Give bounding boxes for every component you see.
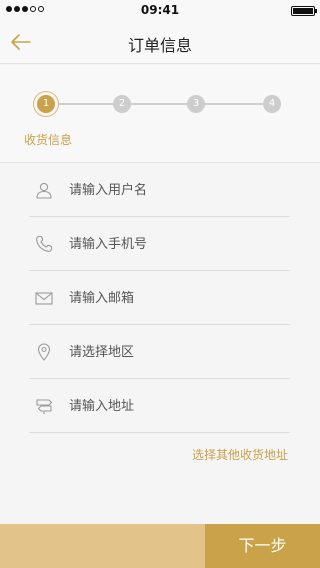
username-row <box>29 164 290 217</box>
user-icon <box>36 182 52 199</box>
nav-bar: 订单信息 <box>0 20 320 64</box>
phone-row <box>29 218 290 271</box>
region-row[interactable] <box>29 326 290 379</box>
bottom-bar: 下一步 <box>0 524 320 568</box>
region-select[interactable] <box>69 339 284 365</box>
status-time: 09:41 <box>140 3 180 17</box>
order-stepper: 1 2 3 4 收货信息 <box>0 65 320 163</box>
step-connector <box>205 103 263 105</box>
step-2: 2 <box>113 95 131 113</box>
next-step-button[interactable]: 下一步 <box>205 524 320 568</box>
signpost-icon <box>36 399 53 414</box>
address-input[interactable] <box>69 393 284 419</box>
mail-icon <box>35 292 53 305</box>
step-3: 3 <box>187 95 205 113</box>
address-row <box>29 380 290 433</box>
status-bar: 09:41 <box>0 0 320 20</box>
phone-icon <box>36 235 53 252</box>
location-pin-icon <box>37 343 51 361</box>
step-1: 1 <box>37 95 55 113</box>
page-title: 订单信息 <box>127 36 192 55</box>
step-connector <box>131 103 187 105</box>
step-connector <box>55 103 113 105</box>
email-row <box>29 272 290 325</box>
step-4: 4 <box>263 95 281 113</box>
phone-input[interactable] <box>69 231 284 257</box>
other-address-link[interactable]: 选择其他收货地址 <box>192 446 288 463</box>
email-input[interactable] <box>69 285 284 311</box>
active-step-label: 收货信息 <box>24 133 73 147</box>
username-input[interactable] <box>69 177 284 203</box>
battery-icon <box>291 6 317 16</box>
